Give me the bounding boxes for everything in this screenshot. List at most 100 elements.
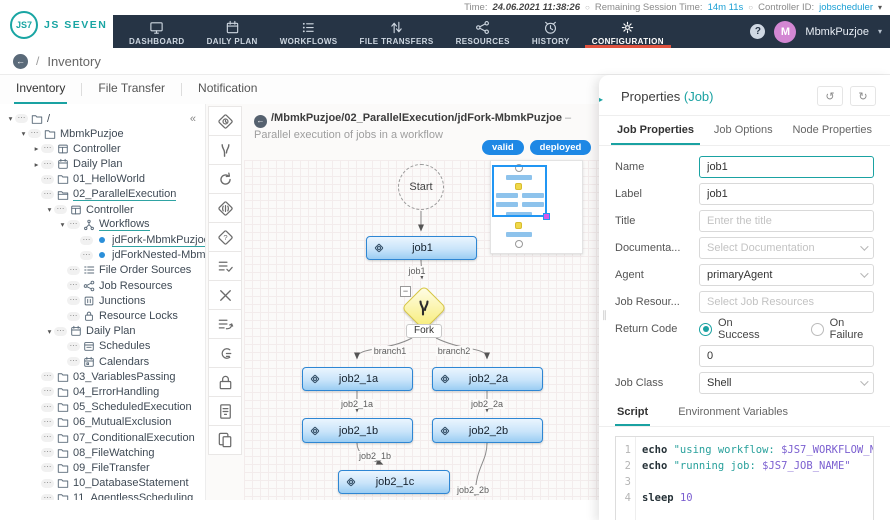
tree-item-01-helloworld[interactable]: ⋯01_HelloWorld <box>0 172 205 187</box>
redo-button[interactable]: ↻ <box>850 86 876 106</box>
nav-item-dashboard[interactable]: DASHBOARD <box>118 15 196 48</box>
tree-item-02-parallelexecution[interactable]: ⋯02_ParallelExecution <box>0 187 205 202</box>
undo-button[interactable]: ↺ <box>817 86 843 106</box>
node-job2-2b[interactable]: job2_2b <box>432 418 543 443</box>
tree-item-controller[interactable]: ▸⋯Controller <box>0 141 205 156</box>
item-menu-icon[interactable]: ⋯ <box>41 160 54 169</box>
item-menu-icon[interactable]: ⋯ <box>80 236 93 245</box>
file-order-tool[interactable] <box>208 396 242 426</box>
tree-item-08-filewatching[interactable]: ⋯08_FileWatching <box>0 445 205 460</box>
item-menu-icon[interactable]: ⋯ <box>67 220 80 229</box>
minimap[interactable] <box>490 160 583 254</box>
return-code-field[interactable] <box>699 345 874 367</box>
on-success-radio[interactable] <box>699 323 712 336</box>
item-menu-icon[interactable]: ⋯ <box>67 266 80 275</box>
item-menu-icon[interactable]: ⋯ <box>41 479 54 488</box>
controller-id-value[interactable]: jobscheduler <box>819 2 873 13</box>
retry-tool[interactable] <box>208 164 242 194</box>
back-icon[interactable]: ← <box>13 54 28 69</box>
item-menu-icon[interactable]: ⋯ <box>41 448 54 457</box>
tree-item-controller[interactable]: ▾⋯Controller <box>0 202 205 217</box>
item-menu-icon[interactable]: ⋯ <box>80 251 93 260</box>
back-icon[interactable]: ← <box>254 115 267 128</box>
tree-item-05-scheduledexecution[interactable]: ⋯05_ScheduledExecution <box>0 400 205 415</box>
breadcrumb-current[interactable]: Inventory <box>47 54 100 69</box>
tree-item-junctions[interactable]: ⋯Junctions <box>0 293 205 308</box>
item-menu-icon[interactable]: ⋯ <box>67 281 80 290</box>
tree-item-03-variablespassing[interactable]: ⋯03_VariablesPassing <box>0 369 205 384</box>
item-menu-icon[interactable]: ⋯ <box>67 312 80 321</box>
tab-script[interactable]: Script <box>615 399 650 426</box>
paste-tool[interactable] <box>208 425 242 455</box>
tree-item-calendars[interactable]: ⋯Calendars <box>0 354 205 369</box>
job-class-select[interactable]: Shell <box>699 372 874 394</box>
on-failure-radio[interactable] <box>811 323 824 336</box>
node-start[interactable]: Start <box>398 164 444 210</box>
tab-notification[interactable]: Notification <box>196 75 259 104</box>
nav-item-daily-plan[interactable]: DAILY PLAN <box>196 15 269 48</box>
fork-tool[interactable] <box>208 135 242 165</box>
fail-tool[interactable] <box>208 280 242 310</box>
nav-item-workflows[interactable]: WORKFLOWS <box>269 15 349 48</box>
item-menu-icon[interactable]: ⋯ <box>28 129 41 138</box>
post-notices-tool[interactable] <box>208 309 242 339</box>
script-editor[interactable]: 1234 echo "using workflow: $JS7_WORKFLOW… <box>615 436 874 520</box>
node-job2-1a[interactable]: job2_1a <box>302 367 413 391</box>
tree-item-jdforknested-mbmkpuzjoe[interactable]: ⋯jdForkNested-MbmkPuzjoe <box>0 248 205 263</box>
tree-caret-icon[interactable]: ▾ <box>45 205 54 214</box>
tree-item-04-errorhandling[interactable]: ⋯04_ErrorHandling <box>0 384 205 399</box>
job-resources-field[interactable] <box>699 291 874 313</box>
tree-caret-icon[interactable]: ▸ <box>32 144 41 153</box>
item-menu-icon[interactable]: ⋯ <box>41 463 54 472</box>
item-menu-icon[interactable]: ⋯ <box>41 433 54 442</box>
documentation-select[interactable]: Select Documentation <box>699 237 874 259</box>
tree-item-root[interactable]: ▾⋯/« <box>0 111 205 126</box>
tree-item-file-order-sources[interactable]: ⋯File Order Sources <box>0 263 205 278</box>
item-menu-icon[interactable]: ⋯ <box>41 418 54 427</box>
tree-caret-icon[interactable]: ▸ <box>32 160 41 169</box>
item-menu-icon[interactable]: ⋯ <box>15 114 28 123</box>
item-menu-icon[interactable]: ⋯ <box>67 357 80 366</box>
label-field[interactable] <box>699 183 874 205</box>
job-tool[interactable] <box>208 106 242 136</box>
agent-select[interactable]: primaryAgent <box>699 264 874 286</box>
help-icon[interactable]: ? <box>750 24 765 39</box>
node-job2-1c[interactable]: job2_1c <box>338 470 450 494</box>
tree-item-09-filetransfer[interactable]: ⋯09_FileTransfer <box>0 460 205 475</box>
item-menu-icon[interactable]: ⋯ <box>41 144 54 153</box>
expect-notices-tool[interactable] <box>208 251 242 281</box>
chevron-down-icon[interactable]: ▾ <box>878 3 882 12</box>
item-menu-icon[interactable]: ⋯ <box>54 205 67 214</box>
nav-item-resources[interactable]: RESOURCES <box>445 15 521 48</box>
collapse-tree-icon[interactable]: « <box>190 113 196 125</box>
node-job2-1b[interactable]: job2_1b <box>302 418 413 443</box>
panel-collapse-icon[interactable]: ▸ <box>599 89 611 109</box>
finish-tool[interactable] <box>208 193 242 223</box>
tree-item-job-resources[interactable]: ⋯Job Resources <box>0 278 205 293</box>
tree-item-07-conditionalexecution[interactable]: ⋯07_ConditionalExecution <box>0 430 205 445</box>
lock-tool[interactable] <box>208 367 242 397</box>
tree-item-mbmkpuzjoe[interactable]: ▾⋯MbmkPuzjoe <box>0 126 205 141</box>
chevron-down-icon[interactable]: ▾ <box>878 27 882 36</box>
panel-resize-handle[interactable]: ∥ <box>602 310 607 321</box>
item-menu-icon[interactable]: ⋯ <box>41 494 54 500</box>
tab-node-properties[interactable]: Node Properties <box>786 116 878 145</box>
editor-code[interactable]: echo "using workflow: $JS7_WORKFLOW_NAME… <box>636 437 873 520</box>
tree-item-10-databasestatement[interactable]: ⋯10_DatabaseStatement <box>0 476 205 491</box>
node-job1[interactable]: job1 <box>366 236 477 260</box>
tree-item-11-agentlessscheduling[interactable]: ⋯11_AgentlessScheduling <box>0 491 205 500</box>
item-menu-icon[interactable]: ⋯ <box>41 372 54 381</box>
tree-caret-icon[interactable]: ▾ <box>6 114 15 123</box>
tree-caret-icon[interactable]: ▾ <box>19 129 28 138</box>
nav-item-file-transfers[interactable]: FILE TRANSFERS <box>349 15 445 48</box>
tree-item-06-mutualexclusion[interactable]: ⋯06_MutualExclusion <box>0 415 205 430</box>
tree-item-jdfork-mbmkpuzjoe[interactable]: ⋯jdFork-MbmkPuzjoe <box>0 233 205 248</box>
tree-item-daily-plan[interactable]: ▾⋯Daily Plan <box>0 324 205 339</box>
tree-item-daily-plan[interactable]: ▸⋯Daily Plan <box>0 157 205 172</box>
user-name[interactable]: MbmkPuzjoe <box>805 26 869 38</box>
tab-job-properties[interactable]: Job Properties <box>611 116 700 145</box>
tree-caret-icon[interactable]: ▾ <box>45 327 54 336</box>
tree-item-workflows[interactable]: ▾⋯Workflows <box>0 217 205 232</box>
minimap-viewport[interactable] <box>492 165 547 217</box>
node-job2-2a[interactable]: job2_2a <box>432 367 543 391</box>
